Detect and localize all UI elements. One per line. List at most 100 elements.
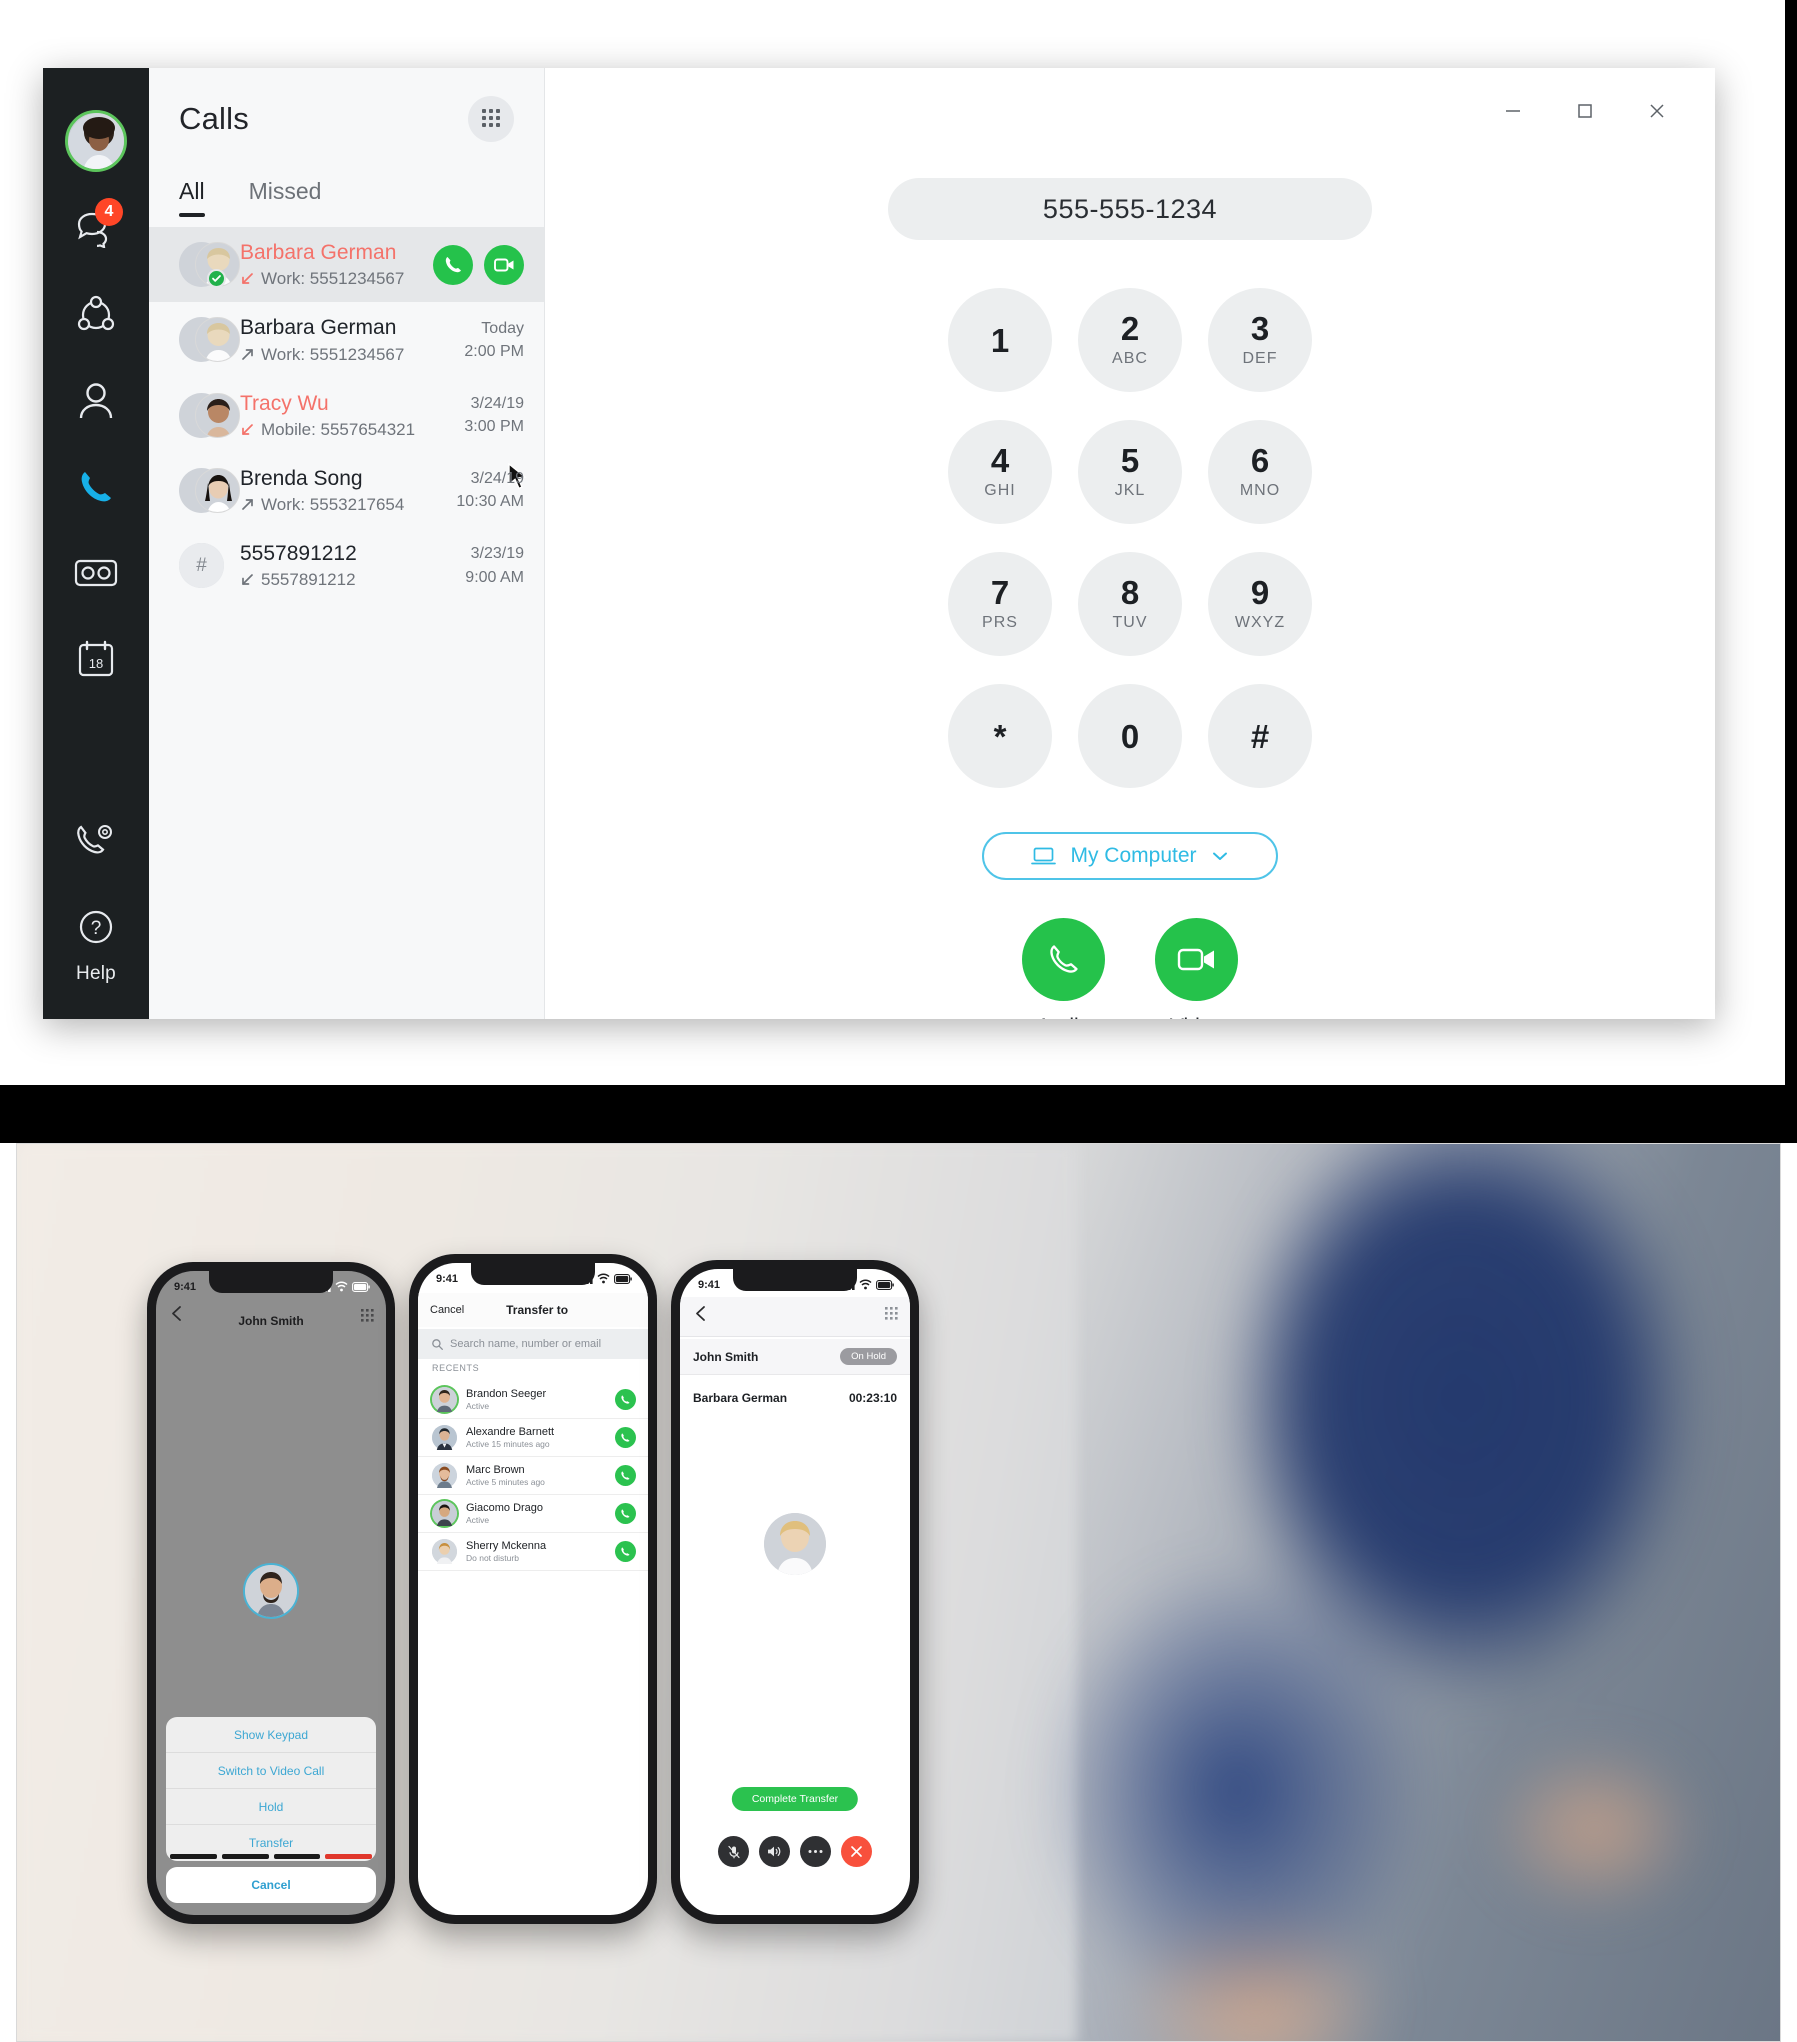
key-letters: WXYZ [1234, 614, 1286, 631]
open-dialpad-button[interactable] [468, 96, 514, 142]
sidebar-item-meetings[interactable]: 18 [67, 630, 125, 688]
sidebar-item-help[interactable]: ? [67, 898, 125, 956]
contact-name: Giacomo Drago [466, 1502, 544, 1514]
key-digit: 5 [1120, 442, 1140, 479]
key-letters: JKL [1114, 482, 1146, 499]
mute-button[interactable] [718, 1836, 749, 1867]
video-call-icon [493, 258, 513, 272]
list-item[interactable]: Alexandre Barnett Active 15 minutes ago [418, 1419, 648, 1457]
avatar[interactable] [65, 110, 127, 172]
incoming-arrow-icon [242, 574, 253, 586]
dialpad-key-8[interactable]: 8 TUV [1078, 552, 1182, 656]
phone1-screen: 9:41 John Smith Show Keypad Switch to Vi… [156, 1271, 386, 1915]
sidebar-item-calls[interactable] [67, 458, 125, 516]
audio-call-button[interactable] [1022, 918, 1105, 1001]
key-digit: 6 [1250, 442, 1270, 479]
cancel-button[interactable]: Cancel [166, 1867, 376, 1903]
avatar [179, 317, 240, 363]
audio-call-icon [621, 1471, 630, 1480]
table-row[interactable]: Barbara German Work: 5551234567 [149, 227, 544, 490]
outgoing-arrow-icon [242, 499, 253, 510]
dialpad-key-star[interactable]: * [948, 684, 1052, 788]
avatar: # [179, 543, 224, 589]
more-options-button[interactable] [800, 1836, 831, 1867]
video-call-label: Video [1170, 1015, 1223, 1019]
audio-call-button[interactable] [615, 1427, 636, 1448]
keystrip-segment-end [325, 1854, 372, 1859]
call-date: 3/24/19 [470, 394, 524, 412]
svg-text:?: ? [91, 918, 102, 939]
status-time: 9:41 [174, 1280, 197, 1293]
speaker-button[interactable] [759, 1836, 790, 1867]
call-detail: Work: 5553217654 [240, 495, 440, 515]
sidebar-item-call-settings[interactable] [67, 812, 125, 870]
action-show-keypad[interactable]: Show Keypad [166, 1717, 376, 1753]
dialpad-key-6[interactable]: 6 MNO [1208, 420, 1312, 524]
action-switch-to-video[interactable]: Switch to Video Call [166, 1753, 376, 1789]
device-selector[interactable]: My Computer [982, 832, 1278, 880]
sidebar-item-teams[interactable] [67, 286, 125, 344]
audio-call-icon [621, 1433, 630, 1442]
battery-icon [876, 1279, 894, 1290]
avatar [764, 1513, 826, 1575]
audio-call-button[interactable] [615, 1503, 636, 1524]
back-arrow-icon [696, 1306, 705, 1321]
call-detail: Mobile: 5557654321 [240, 420, 448, 440]
call-timestamp: Today 2:00 PM [464, 317, 524, 363]
tab-all[interactable]: All [179, 178, 205, 217]
call-detail-text: Work: 5551234567 [261, 269, 405, 289]
list-item[interactable]: Marc Brown Active 5 minutes ago [418, 1457, 648, 1495]
audio-call-button[interactable] [433, 244, 473, 285]
dialpad-key-2[interactable]: 2 ABC [1078, 288, 1182, 392]
table-row[interactable]: Brenda Song Work: 5553217654 3/24/19 10:… [149, 453, 544, 528]
dialpad-key-3[interactable]: 3 DEF [1208, 288, 1312, 392]
dialpad-key-7[interactable]: 7 PRS [948, 552, 1052, 656]
key-letters: TUV [1112, 614, 1148, 631]
battery-icon [352, 1281, 370, 1292]
phone-mockup-2: 9:41 Cancel Transfer to Search name, num… [409, 1254, 657, 1924]
search-input[interactable]: Search name, number or email [418, 1329, 648, 1359]
calls-list-panel: Calls All Missed Barbara German Work: 55… [149, 68, 545, 1019]
sidebar-item-messages[interactable]: 4 [67, 198, 125, 258]
dialpad-key-4[interactable]: 4 GHI [948, 420, 1052, 524]
contact-name: Barbara German [240, 241, 397, 264]
list-item[interactable]: Giacomo Drago Active [418, 1495, 648, 1533]
dialed-number-display[interactable]: 555-555-1234 [888, 178, 1372, 240]
active-party-name: Barbara German [693, 1391, 788, 1405]
minimize-button[interactable] [1477, 84, 1549, 138]
phone-notch [733, 1269, 857, 1291]
sidebar-item-voicemail[interactable] [67, 544, 125, 602]
phone-notch [471, 1263, 595, 1285]
list-item[interactable]: Brandon Seeger Active [418, 1381, 648, 1419]
list-item[interactable]: Sherry Mckenna Do not disturb [418, 1533, 648, 1571]
video-call-button[interactable] [1155, 918, 1238, 1001]
dialpad-key-9[interactable]: 9 WXYZ [1208, 552, 1312, 656]
dialpad-key-1[interactable]: 1 [948, 288, 1052, 392]
close-button[interactable] [1621, 84, 1693, 138]
help-label: Help [76, 963, 116, 984]
video-call-button[interactable] [484, 244, 524, 285]
phone-mockup-1: 9:41 John Smith Show Keypad Switch to Vi… [147, 1262, 395, 1924]
audio-call-group: Audio [1022, 918, 1105, 1019]
maximize-button[interactable] [1549, 84, 1621, 138]
key-letters: GHI [984, 482, 1016, 499]
call-time: 9:00 AM [465, 568, 524, 586]
dialpad-key-hash[interactable]: # [1208, 684, 1312, 788]
table-row[interactable]: Tracy Wu Mobile: 5557654321 3/24/19 3:00… [149, 378, 544, 453]
list-item-text: Sherry Mckenna Do not disturb [466, 1540, 606, 1563]
dialpad-key-0[interactable]: 0 [1078, 684, 1182, 788]
held-call-row[interactable]: John Smith On Hold [680, 1339, 910, 1375]
table-row[interactable]: Barbara German Work: 5551234567 Today 2:… [149, 302, 544, 377]
sidebar-item-contacts[interactable] [67, 372, 125, 430]
dialpad-key-5[interactable]: 5 JKL [1078, 420, 1182, 524]
end-call-button[interactable] [841, 1836, 872, 1867]
video-call-group: Video [1155, 918, 1238, 1019]
table-row[interactable]: # 5557891212 5557891212 3/23/19 9:00 AM [149, 528, 544, 603]
tab-missed[interactable]: Missed [249, 178, 322, 217]
action-hold[interactable]: Hold [166, 1789, 376, 1825]
app-window: 4 18 ? Help Calls All Missed Barbara Ger… [43, 68, 1715, 1019]
audio-call-button[interactable] [615, 1389, 636, 1410]
audio-call-button[interactable] [615, 1541, 636, 1562]
complete-transfer-button[interactable]: Complete Transfer [731, 1787, 859, 1811]
audio-call-button[interactable] [615, 1465, 636, 1486]
